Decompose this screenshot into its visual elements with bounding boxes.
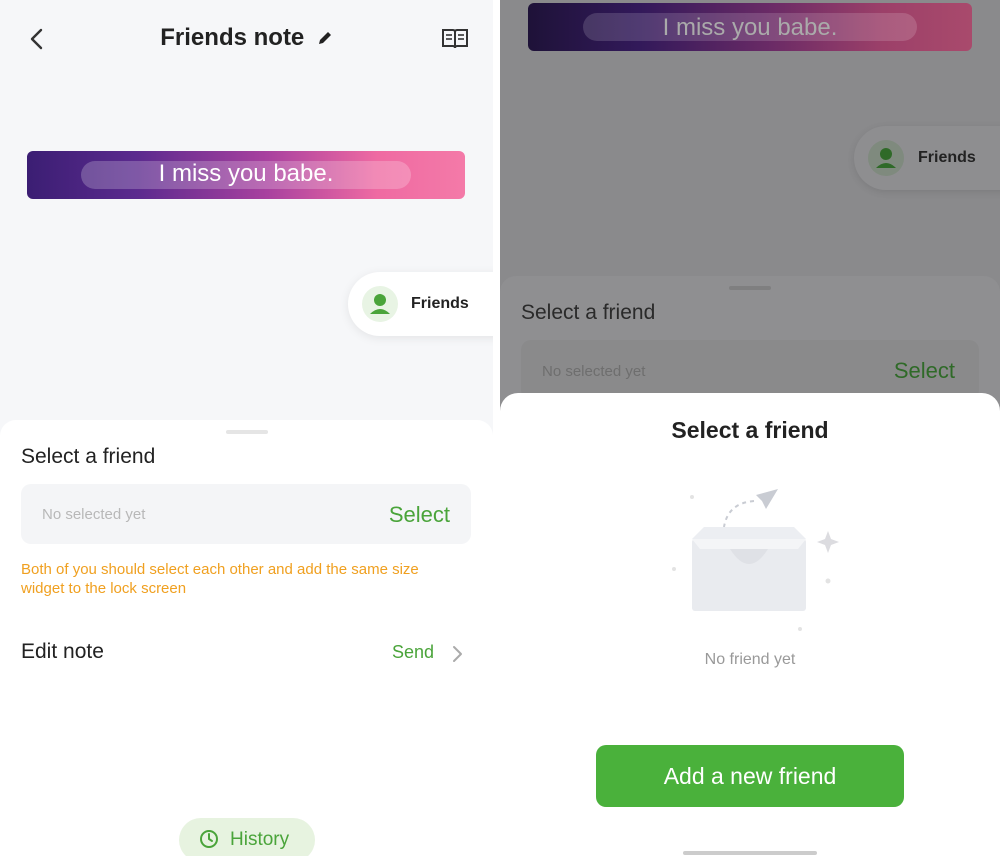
friend-avatar	[362, 286, 398, 322]
friends-chip[interactable]: Friends	[348, 272, 493, 336]
guide-button[interactable]	[440, 26, 470, 52]
chevron-right-icon	[453, 646, 462, 662]
empty-inbox-icon	[672, 489, 839, 631]
paper-plane-icon	[756, 489, 778, 509]
pencil-icon	[318, 32, 331, 44]
friends-chip-dimmed: Friends	[854, 126, 1000, 190]
friend-avatar-icon	[370, 294, 390, 314]
select-friend-heading: Select a friend	[21, 445, 156, 468]
friend-avatar-icon	[876, 148, 896, 168]
sparkle-icon	[817, 531, 839, 553]
select-friend-heading-dimmed: Select a friend	[521, 301, 656, 324]
note-text-dimmed: I miss you babe.	[662, 14, 838, 41]
select-friend-field-dimmed: No selected yet Select	[521, 340, 979, 400]
page-title-group: Friends note	[0, 24, 493, 52]
book-icon	[442, 29, 468, 49]
edit-note-row[interactable]: Edit note Send	[21, 640, 471, 670]
friends-chip-label-dimmed: Friends	[918, 149, 976, 166]
send-button[interactable]: Send	[392, 642, 434, 663]
add-new-friend-label: Add a new friend	[663, 763, 837, 789]
select-button[interactable]: Select	[389, 502, 450, 528]
bottom-sheet: Select a friend No selected yet Select B…	[0, 420, 493, 856]
page-title: Friends note	[160, 24, 305, 51]
friend-avatar-dimmed	[868, 140, 904, 176]
friends-chip-label: Friends	[411, 295, 469, 312]
sheet-handle[interactable]	[226, 430, 268, 434]
edit-title-button[interactable]	[317, 30, 333, 46]
note-text: I miss you babe.	[158, 160, 334, 187]
edit-note-label: Edit note	[21, 640, 104, 663]
select-friend-modal: Select a friend No friend yet Add a new …	[500, 393, 1000, 856]
select-friend-field[interactable]: No selected yet Select	[21, 484, 471, 544]
empty-state-text: No friend yet	[704, 651, 796, 668]
sheet-handle-dimmed	[729, 286, 771, 290]
note-widget-preview[interactable]: I miss you babe.	[27, 151, 465, 199]
clock-icon	[200, 830, 218, 848]
note-widget-preview-dimmed: I miss you babe.	[528, 3, 972, 51]
home-indicator	[683, 851, 817, 855]
modal-title: Select a friend	[671, 417, 829, 443]
select-button-dimmed: Select	[893, 358, 955, 383]
history-label: History	[230, 829, 290, 850]
add-new-friend-button[interactable]: Add a new friend	[596, 745, 904, 807]
select-friend-screen: I miss you babe. Friends Select a friend…	[500, 0, 1000, 856]
top-bar: Friends note	[0, 0, 493, 80]
select-friend-placeholder: No selected yet	[42, 506, 146, 523]
widget-hint: Both of you should select each other and…	[21, 561, 419, 597]
history-button[interactable]: History	[179, 818, 315, 856]
select-friend-placeholder-dimmed: No selected yet	[542, 363, 646, 380]
friends-note-screen: Friends note I miss you babe. Friends Se…	[0, 0, 493, 856]
